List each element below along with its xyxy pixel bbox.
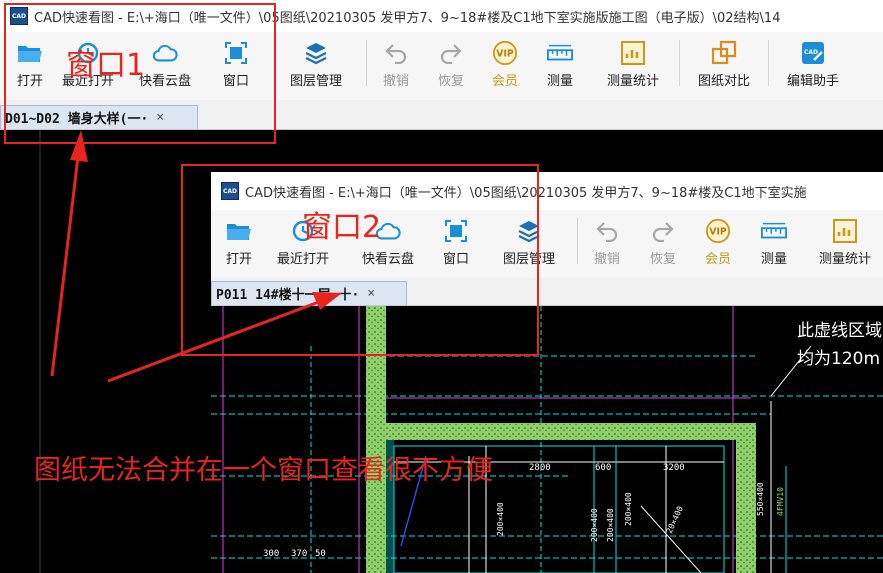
vip-badge-text: VIP — [496, 49, 514, 60]
dim-text: 20×400 — [665, 505, 685, 535]
window1-annotation-label: 窗口1 — [66, 48, 146, 83]
vip-button[interactable]: VIP 会员 — [690, 210, 746, 272]
measure-stats-label: 测量统计 — [818, 252, 871, 267]
dim-text: 50 — [315, 549, 326, 559]
dim-text: 200×400 — [624, 492, 633, 526]
measure-stats-button[interactable]: 测量统计 — [587, 32, 679, 94]
wall-hatch — [736, 436, 756, 573]
redo-button[interactable]: 恢复 — [425, 32, 477, 94]
edit-assistant-icon: CAD — [800, 40, 826, 66]
dim-text: 200×400 — [590, 508, 599, 542]
undo-icon — [383, 40, 409, 66]
dim-text: 200×400 — [606, 508, 615, 542]
undo-label: 撤销 — [382, 74, 409, 89]
desktop: CAD CAD快速看图 - E:\+海口（唯一文件）\05图纸\20210305… — [0, 0, 883, 573]
dim-text: 600 — [595, 463, 611, 473]
stats-icon — [620, 40, 646, 66]
dim-text: 370 — [291, 549, 307, 559]
compare-button[interactable]: 图纸对比 — [680, 32, 768, 94]
redo-label: 恢复 — [649, 252, 676, 267]
vip-badge-text: VIP — [709, 227, 727, 238]
dim-text: 3200 — [663, 463, 685, 473]
drawing-note-line2: 均为120m — [797, 349, 880, 369]
dim-text: 2800 — [529, 463, 551, 473]
measure-stats-button[interactable]: 测量统计 — [802, 210, 883, 272]
measure-label: 测量 — [546, 74, 573, 89]
redo-button[interactable]: 恢复 — [636, 210, 690, 272]
layers-button[interactable]: 图层管理 — [266, 32, 366, 94]
dim-text: 300 — [263, 549, 279, 559]
window2-annotation-label: 窗口2 — [302, 210, 382, 245]
vip-icon: VIP — [492, 40, 518, 66]
ruler-icon — [761, 218, 787, 244]
redo-icon — [438, 40, 464, 66]
measure-label: 测量 — [760, 252, 787, 267]
dim-text: 550×400 — [756, 482, 765, 516]
vip-label: 会员 — [704, 252, 731, 267]
edit-assistant-label: 编辑助手 — [786, 74, 839, 89]
layers-label: 图层管理 — [289, 74, 342, 89]
undo-button[interactable]: 撤销 — [578, 210, 636, 272]
layers-icon — [303, 40, 329, 66]
undo-label: 撤销 — [593, 252, 620, 267]
window2-highlight-box — [181, 164, 539, 356]
stats-icon — [832, 218, 858, 244]
dim-text: 200×400 — [496, 502, 505, 536]
vip-button[interactable]: VIP 会员 — [477, 32, 533, 94]
edit-assistant-logo-text: CAD — [804, 49, 818, 56]
measure-button[interactable]: 测量 — [533, 32, 587, 94]
redo-label: 恢复 — [437, 74, 464, 89]
undo-icon — [594, 218, 620, 244]
redo-icon — [650, 218, 676, 244]
vip-icon: VIP — [705, 218, 731, 244]
measure-stats-label: 测量统计 — [606, 74, 659, 89]
annotation-caption: 图纸无法合并在一个窗口查看很不方便 — [34, 455, 493, 486]
edit-assistant-button[interactable]: CAD 编辑助手 — [769, 32, 857, 94]
compare-label: 图纸对比 — [697, 74, 750, 89]
undo-button[interactable]: 撤销 — [367, 32, 425, 94]
drawing-note-line1: 此虚线区域内 — [797, 321, 883, 341]
dim-text: 4FMV10 — [776, 487, 785, 516]
wall-hatch — [366, 423, 756, 440]
compare-icon — [711, 40, 737, 66]
ruler-icon — [547, 40, 573, 66]
measure-button[interactable]: 测量 — [746, 210, 802, 272]
vip-label: 会员 — [491, 74, 518, 89]
